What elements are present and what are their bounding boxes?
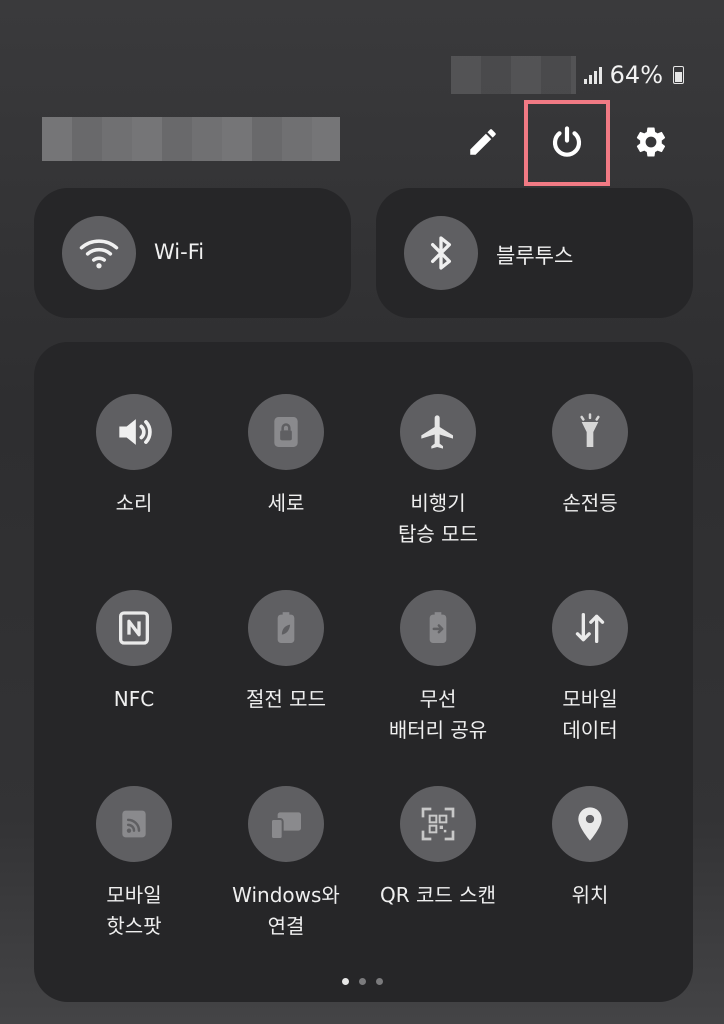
- power-saving-icon: [277, 612, 295, 643]
- page-dot: [359, 978, 366, 985]
- page-dot-active: [342, 978, 349, 985]
- qs-mobile-data[interactable]: 모바일 데이터: [514, 590, 666, 746]
- qr-scan-icon: [421, 807, 455, 841]
- qs-wireless-powershare-toggle[interactable]: [400, 590, 476, 666]
- qs-label: 손전등: [562, 491, 618, 515]
- qs-power-saving-toggle[interactable]: [248, 590, 324, 666]
- qs-power-saving[interactable]: 절전 모드: [210, 590, 362, 715]
- qs-flashlight[interactable]: 손전등: [514, 394, 666, 519]
- qs-label: NFC: [113, 687, 155, 711]
- wifi-tile[interactable]: Wi-Fi: [34, 188, 351, 318]
- wifi-icon: [79, 239, 119, 269]
- qs-link-to-windows[interactable]: Windows와 연결: [210, 786, 362, 942]
- bluetooth-toggle[interactable]: [404, 216, 478, 290]
- qs-qr-scan-toggle[interactable]: [400, 786, 476, 862]
- battery-percent: 64%: [609, 61, 663, 89]
- bluetooth-icon: [431, 236, 451, 270]
- qs-nfc-toggle[interactable]: [96, 590, 172, 666]
- power-icon: [552, 126, 582, 157]
- carrier-blurred: [450, 56, 576, 94]
- power-button[interactable]: [545, 118, 589, 166]
- qs-label: 위치: [571, 883, 609, 907]
- qs-sound[interactable]: 소리: [58, 394, 210, 519]
- qs-hotspot-toggle[interactable]: [96, 786, 172, 862]
- speaker-icon: [119, 419, 152, 445]
- qs-link-to-windows-toggle[interactable]: [248, 786, 324, 862]
- qs-airplane[interactable]: 비행기 탑승 모드: [362, 394, 514, 550]
- bluetooth-tile[interactable]: 블루투스: [376, 188, 693, 318]
- qs-hotspot[interactable]: 모바일 핫스팟: [58, 786, 210, 942]
- qs-flashlight-toggle[interactable]: [552, 394, 628, 470]
- qs-label: Windows와 연결: [232, 883, 340, 938]
- flashlight-icon: [580, 413, 600, 447]
- bluetooth-label: 블루투스: [496, 244, 574, 268]
- qs-label: 비행기 탑승 모드: [398, 491, 478, 546]
- qs-nfc[interactable]: NFC: [58, 590, 210, 715]
- signal-icon: [583, 66, 602, 84]
- qs-label: 모바일 핫스팟: [106, 883, 162, 938]
- account-name-blurred: [42, 117, 340, 161]
- settings-button[interactable]: [629, 118, 673, 166]
- link-to-windows-icon: [270, 812, 301, 840]
- status-bar: 64%: [450, 56, 684, 94]
- pencil-icon: [470, 129, 496, 155]
- qs-portrait-toggle[interactable]: [248, 394, 324, 470]
- airplane-icon: [421, 415, 453, 449]
- battery-icon: [673, 66, 684, 84]
- edit-button[interactable]: [461, 118, 505, 166]
- qs-mobile-data-toggle[interactable]: [552, 590, 628, 666]
- qs-location-toggle[interactable]: [552, 786, 628, 862]
- mobile-data-icon: [575, 613, 605, 643]
- qs-label: 절전 모드: [246, 687, 326, 711]
- qs-sound-toggle[interactable]: [96, 394, 172, 470]
- nfc-icon: [119, 611, 149, 645]
- hotspot-icon: [122, 810, 146, 838]
- qs-location[interactable]: 위치: [514, 786, 666, 911]
- qs-label: 무선 배터리 공유: [388, 687, 488, 742]
- qs-label: 모바일 데이터: [562, 687, 618, 742]
- qs-label: 소리: [115, 491, 153, 515]
- wireless-powershare-icon: [429, 612, 447, 643]
- page-indicator: [342, 978, 383, 985]
- page-dot: [376, 978, 383, 985]
- qs-label: QR 코드 스캔: [380, 883, 496, 907]
- wifi-toggle[interactable]: [62, 216, 136, 290]
- qs-qr-scan[interactable]: QR 코드 스캔: [362, 786, 514, 911]
- qs-label: 세로: [267, 491, 305, 515]
- qs-airplane-toggle[interactable]: [400, 394, 476, 470]
- qs-portrait[interactable]: 세로: [210, 394, 362, 519]
- lock-rotation-icon: [274, 417, 298, 447]
- gear-icon: [636, 127, 666, 157]
- wifi-label: Wi-Fi: [154, 240, 205, 264]
- location-icon: [578, 807, 602, 841]
- qs-wireless-powershare[interactable]: 무선 배터리 공유: [362, 590, 514, 746]
